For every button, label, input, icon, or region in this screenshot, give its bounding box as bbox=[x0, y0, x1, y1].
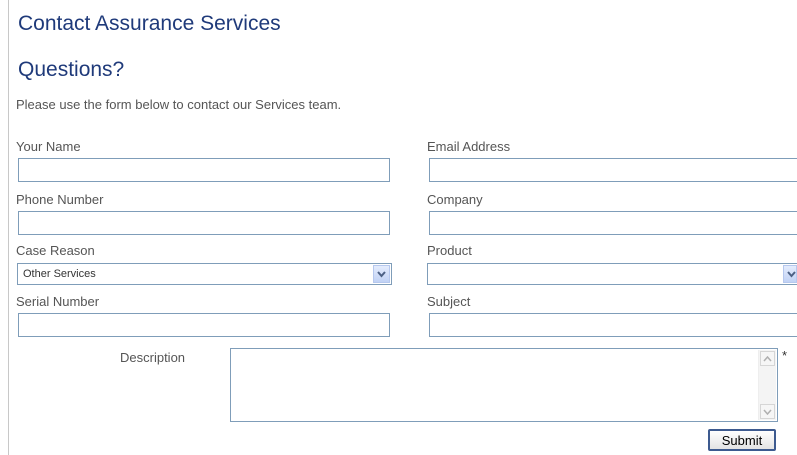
scroll-up-button[interactable] bbox=[760, 351, 775, 366]
case-reason-label: Case Reason bbox=[16, 243, 95, 258]
left-border bbox=[8, 0, 9, 455]
description-textarea[interactable] bbox=[230, 348, 778, 422]
email-address-label: Email Address bbox=[427, 139, 511, 154]
subject-label: Subject bbox=[427, 294, 471, 309]
submit-button[interactable]: Submit bbox=[708, 429, 776, 451]
chevron-down-icon bbox=[787, 271, 796, 278]
chevron-up-icon bbox=[763, 356, 772, 362]
serial-number-input[interactable] bbox=[18, 313, 390, 337]
case-reason-selected-value: Other Services bbox=[23, 268, 96, 280]
company-label: Company bbox=[427, 192, 483, 207]
product-label: Product bbox=[427, 243, 472, 258]
serial-number-label: Serial Number bbox=[16, 294, 100, 309]
chevron-down-icon bbox=[377, 271, 386, 278]
case-reason-select[interactable]: Other Services bbox=[17, 263, 392, 285]
subject-input[interactable] bbox=[429, 313, 797, 337]
intro-text: Please use the form below to contact our… bbox=[16, 97, 342, 112]
page-title: Contact Assurance Services bbox=[18, 12, 281, 35]
description-scrollbar[interactable] bbox=[758, 350, 776, 420]
case-reason-dropdown-button[interactable] bbox=[373, 265, 390, 283]
phone-number-input[interactable] bbox=[18, 211, 390, 235]
scroll-down-button[interactable] bbox=[760, 404, 775, 419]
your-name-input[interactable] bbox=[18, 158, 390, 182]
phone-number-label: Phone Number bbox=[16, 192, 104, 207]
company-input[interactable] bbox=[429, 211, 797, 235]
page-subtitle: Questions? bbox=[18, 58, 125, 81]
product-select[interactable] bbox=[427, 263, 797, 285]
email-address-input[interactable] bbox=[429, 158, 797, 182]
product-dropdown-button[interactable] bbox=[783, 265, 797, 283]
your-name-label: Your Name bbox=[16, 139, 81, 154]
required-marker: * bbox=[782, 348, 788, 363]
chevron-down-icon bbox=[763, 409, 772, 415]
description-label: Description bbox=[120, 350, 186, 365]
